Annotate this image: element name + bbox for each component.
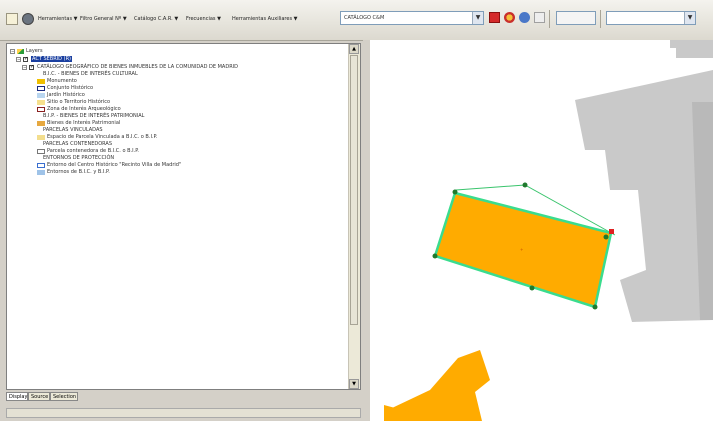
toolbar-separator — [549, 10, 550, 28]
legend-item: B.I.P. - BIENES DE INTERÉS PATRIMONIAL — [43, 113, 145, 119]
legend-item: ENTORNOS DE PROTECCIÓN — [43, 155, 115, 161]
tab-display[interactable]: Display — [6, 392, 28, 401]
legend-swatch-icon — [37, 163, 45, 168]
layer-checkbox[interactable]: ✓ — [23, 57, 28, 62]
main-toolbar: Herramientas ▼ Filtro General Nº ▼ Catál… — [0, 0, 713, 41]
chevron-down-icon[interactable]: ▼ — [472, 12, 483, 24]
vertex — [603, 234, 609, 240]
scroll-down-icon[interactable]: ▼ — [349, 379, 359, 389]
layer-checkbox[interactable]: ✓ — [29, 65, 34, 70]
legend-item: Entornos de B.I.C. y B.I.P. — [47, 169, 110, 175]
legend-swatch-icon — [37, 86, 45, 91]
menu-herramientas[interactable]: Herramientas ▼ — [38, 14, 78, 24]
vertex — [592, 304, 598, 310]
legend-item: Monumento — [47, 78, 77, 84]
menu-catalogo[interactable]: Catálogo C.A.R. ▼ — [134, 14, 178, 24]
chevron-down-icon[interactable]: ▼ — [684, 12, 695, 24]
scale-combo[interactable]: ▼ — [606, 11, 696, 25]
legend-swatch-icon — [37, 121, 45, 126]
identify-icon[interactable] — [504, 12, 515, 23]
search-combo[interactable] — [556, 11, 596, 25]
legend-swatch-icon — [37, 100, 45, 105]
vertex — [432, 253, 438, 259]
building-orange — [390, 350, 490, 421]
legend-item: PARCELAS VINCULADAS — [43, 127, 103, 133]
building-block — [676, 40, 713, 58]
layers-root-label[interactable]: Layers — [26, 48, 43, 54]
selected-layer-label[interactable]: ACT SEBRID (R) — [31, 56, 72, 62]
vertex — [452, 189, 458, 195]
legend-item: PARCELAS CONTENEDORAS — [43, 141, 113, 147]
collapse-icon[interactable]: − — [16, 57, 21, 62]
legend-swatch-icon — [37, 107, 45, 112]
legend-item: Espacio de Parcela Vinculada a B.I.C. o … — [47, 134, 158, 140]
filter-icon[interactable] — [534, 12, 545, 23]
horizontal-scrollbar[interactable] — [6, 408, 361, 418]
vertex-selected — [609, 229, 614, 234]
menu-frecuencias[interactable]: Frecuencias ▼ — [186, 14, 221, 24]
stop-icon[interactable] — [489, 12, 500, 23]
globe-icon[interactable] — [22, 13, 34, 25]
new-document-icon[interactable] — [6, 13, 18, 25]
layers-icon — [17, 49, 24, 54]
legend-item: Jardín Histórico — [47, 92, 85, 98]
legend-swatch-icon — [37, 170, 45, 175]
legend-swatch-icon — [37, 135, 45, 140]
vertex — [529, 285, 535, 291]
tab-source[interactable]: Source — [28, 392, 50, 401]
vertical-scrollbar[interactable]: ▲ ▼ — [348, 44, 360, 389]
legend-item: Bienes de Interés Patrimonial — [47, 120, 121, 126]
legend-swatch-icon — [37, 93, 45, 98]
vertex — [522, 182, 528, 188]
layer-combo-value: CATÁLOGO C&M — [344, 15, 385, 21]
panel-splitter[interactable] — [363, 40, 370, 421]
info-icon[interactable] — [519, 12, 530, 23]
map-canvas[interactable]: + — [370, 40, 713, 421]
scroll-up-icon[interactable]: ▲ — [349, 44, 359, 54]
legend-item: Conjunto Histórico — [47, 85, 94, 91]
legend-swatch-icon — [37, 79, 45, 84]
menu-herramientas-auxiliares[interactable]: Herramientas Auxiliares ▼ — [232, 14, 298, 24]
parcel-center-marker: + — [520, 247, 523, 252]
collapse-icon[interactable]: − — [22, 65, 27, 70]
catalog-group-label[interactable]: CATÁLOGO GEOGRÁFICO DE BIENES INMUEBLES … — [37, 64, 238, 70]
layer-combo[interactable]: CATÁLOGO C&M ▼ — [340, 11, 484, 25]
legend-item: Sitio o Territorio Histórico — [47, 99, 111, 105]
menu-filtro-general[interactable]: Filtro General Nº ▼ — [80, 14, 127, 24]
table-of-contents: − Layers − ✓ ACT SEBRID (R) − ✓ CATÁLOGO… — [6, 43, 361, 390]
tab-selection[interactable]: Selection — [50, 392, 78, 401]
legend-item: Zona de Interés Arqueológico — [47, 106, 121, 112]
collapse-icon[interactable]: − — [10, 49, 15, 54]
legend-item: B.I.C. - BIENES DE INTERÉS CULTURAL — [43, 71, 138, 77]
scroll-thumb[interactable] — [350, 55, 358, 325]
legend-swatch-icon — [37, 149, 45, 154]
legend-item: Parcela contenedora de B.I.C. o B.I.P. — [47, 148, 140, 154]
toolbar-separator — [600, 10, 601, 28]
map-view[interactable]: + — [370, 40, 713, 421]
legend-item: Entorno del Centro Histórico "Recinto Vi… — [47, 162, 182, 168]
